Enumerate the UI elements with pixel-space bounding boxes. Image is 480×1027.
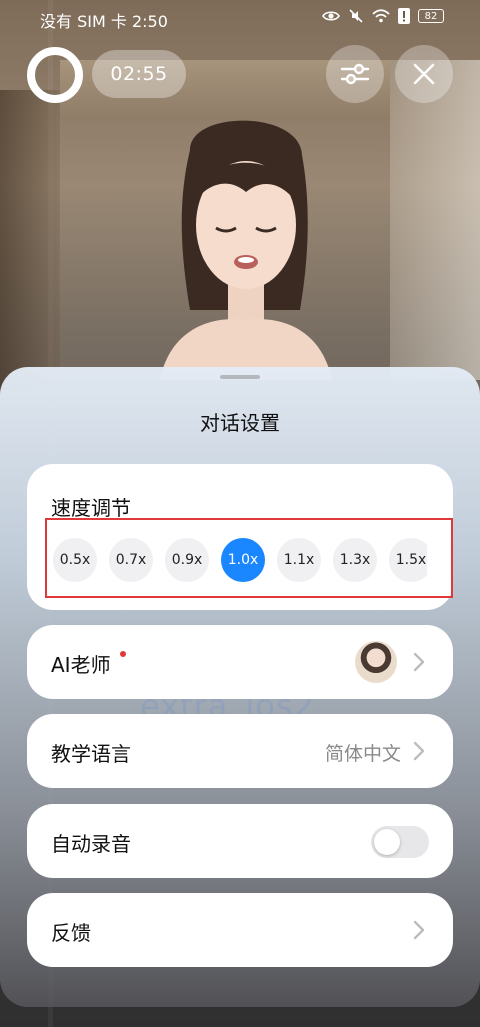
teaching-language-value: 简体中文: [324, 743, 401, 765]
speed-highlight-box: [45, 518, 453, 598]
mute-icon: [349, 9, 363, 23]
new-badge-dot: [120, 651, 126, 657]
timer-text: 02:55: [110, 63, 168, 85]
teacher-avatar: [355, 641, 397, 683]
ai-teacher-label: AI老师: [51, 653, 111, 677]
sheet-drag-handle[interactable]: [220, 375, 260, 379]
eye-icon: [322, 11, 340, 21]
feedback-row[interactable]: 反馈: [27, 893, 453, 967]
status-icons: 82: [322, 8, 444, 24]
left-wall: [0, 90, 60, 390]
auto-record-toggle[interactable]: [371, 826, 429, 858]
ai-teacher-row[interactable]: AI老师: [27, 625, 453, 699]
speed-label: 速度调节: [51, 496, 131, 520]
sheet-title: 对话设置: [200, 411, 280, 435]
battery-icon: 82: [418, 9, 444, 23]
toggle-knob: [374, 829, 400, 855]
status-bar: 没有 SIM 卡 2:50 82: [0, 0, 480, 36]
teaching-language-row[interactable]: 教学语言 简体中文: [27, 714, 453, 788]
auto-record-row: 自动录音: [27, 804, 453, 878]
speed-card: 速度调节 0.5x 0.7x 0.9x 1.0x 1.1x 1.3x 1.5x: [27, 464, 453, 610]
virtual-teacher-avatar: [160, 120, 332, 380]
teaching-language-label: 教学语言: [51, 742, 131, 766]
settings-button[interactable]: [326, 45, 384, 103]
chevron-right-icon: [413, 741, 425, 761]
timer-display: 02:55: [92, 50, 186, 98]
close-button[interactable]: [395, 45, 453, 103]
auto-record-label: 自动录音: [51, 832, 131, 856]
conversation-settings-sheet: 对话设置 extra_ios2 速度调节 0.5x 0.7x 0.9x 1.0x…: [0, 367, 480, 1007]
carrier-time: 没有 SIM 卡 2:50: [40, 12, 168, 31]
close-icon: [413, 63, 435, 85]
sliders-icon: [340, 63, 370, 85]
chevron-right-icon: [413, 920, 425, 940]
wifi-icon: [372, 9, 390, 23]
feedback-label: 反馈: [51, 921, 91, 945]
alert-icon: [398, 8, 410, 24]
right-wall: [390, 60, 480, 380]
progress-ring: [27, 47, 83, 103]
chevron-right-icon: [413, 652, 425, 672]
